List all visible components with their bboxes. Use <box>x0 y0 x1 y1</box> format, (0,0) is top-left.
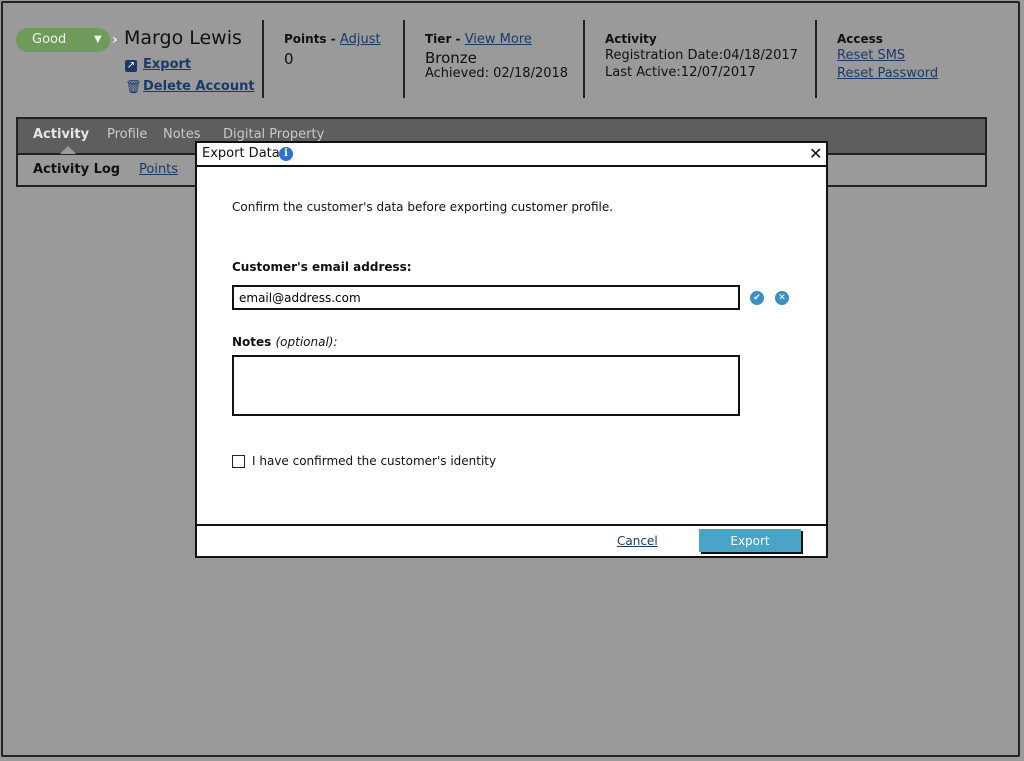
clear-circle-icon[interactable]: ✕ <box>775 291 789 305</box>
dialog-title: Export Data <box>202 146 280 161</box>
chevron-down-icon: ▼ <box>94 34 102 45</box>
dialog-title-bar: Export Data i ✕ <box>197 143 826 167</box>
notes-field[interactable] <box>232 355 740 416</box>
tab-notes[interactable]: Notes <box>163 127 201 142</box>
points-label: Points - Adjust <box>284 32 381 47</box>
header-divider <box>403 20 405 98</box>
activity-label: Activity <box>605 32 657 46</box>
subtab-activity-log[interactable]: Activity Log <box>33 162 120 177</box>
tier-value: Bronze <box>425 49 477 67</box>
status-label: Good <box>32 32 67 47</box>
info-icon[interactable]: i <box>279 147 293 161</box>
close-icon[interactable]: ✕ <box>809 144 822 163</box>
status-dropdown[interactable]: Good ▼ › <box>16 28 118 52</box>
tab-activity[interactable]: Activity <box>33 127 89 142</box>
points-value: 0 <box>284 50 294 68</box>
reset-password-link[interactable]: Reset Password <box>837 66 938 81</box>
export-data-dialog: Export Data i ✕ Confirm the customer's d… <box>195 141 828 558</box>
delete-account-link[interactable]: Delete Account <box>143 79 255 94</box>
access-label: Access <box>837 32 883 46</box>
subtab-points[interactable]: Points <box>139 162 178 177</box>
tier-achieved: Achieved: 02/18/2018 <box>425 66 569 81</box>
email-field[interactable] <box>232 285 740 310</box>
active-tab-indicator <box>60 146 76 154</box>
header-divider <box>815 20 817 98</box>
identity-confirm-label[interactable]: I have confirmed the customer's identity <box>252 454 496 468</box>
dialog-footer: Cancel Export <box>197 524 826 558</box>
export-icon[interactable]: ↗ <box>125 60 137 72</box>
export-button[interactable]: Export <box>699 529 801 552</box>
adjust-points-link[interactable]: Adjust <box>340 32 381 47</box>
trash-icon[interactable]: 🗑 <box>125 81 142 94</box>
cancel-button[interactable]: Cancel <box>617 534 658 548</box>
check-circle-icon: ✔ <box>750 291 764 305</box>
email-label: Customer's email address: <box>232 260 412 274</box>
identity-confirm-checkbox[interactable] <box>232 455 245 468</box>
reset-sms-link[interactable]: Reset SMS <box>837 48 905 63</box>
tier-label: Tier - View More <box>425 32 532 47</box>
confirm-instructions: Confirm the customer's data before expor… <box>232 200 614 214</box>
customer-name: Margo Lewis <box>124 27 242 49</box>
last-active-date: Last Active:12/07/2017 <box>605 65 756 80</box>
view-more-link[interactable]: View More <box>465 32 532 47</box>
header-divider <box>262 20 264 98</box>
tab-digital-property[interactable]: Digital Property <box>223 127 324 142</box>
registration-date: Registration Date:04/18/2017 <box>605 48 798 63</box>
header-divider <box>583 20 585 98</box>
export-link[interactable]: Export <box>143 57 191 72</box>
chevron-right-icon: › <box>112 32 118 48</box>
notes-label: Notes (optional): <box>232 335 338 349</box>
tab-profile[interactable]: Profile <box>107 127 147 142</box>
